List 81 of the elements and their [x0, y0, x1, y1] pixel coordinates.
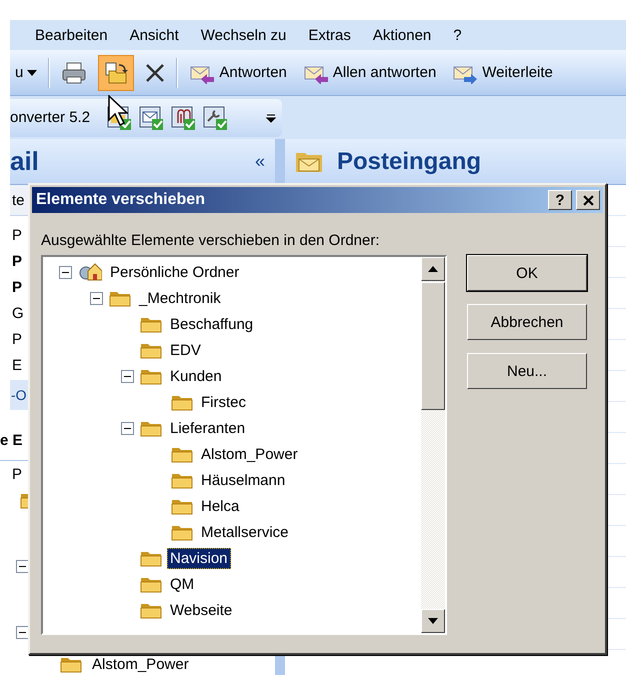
folder-item[interactable]: Persönliche Ordner	[107, 262, 242, 282]
reply-all-button[interactable]: Allen antworten	[298, 54, 442, 90]
scroll-up-icon[interactable]	[428, 266, 438, 272]
dialog-button[interactable]: Abbrechen	[467, 304, 587, 340]
folder-icon	[171, 524, 193, 540]
folder-item[interactable]: Beschaffung	[167, 314, 256, 334]
folder-icon	[140, 316, 162, 332]
printer-icon	[61, 60, 88, 84]
caret-icon	[27, 70, 38, 76]
group-header: e E	[0, 432, 23, 448]
folder-title: Posteingang	[337, 148, 482, 176]
folder-item[interactable]: Alstom_Power	[198, 444, 301, 464]
reply-button[interactable]: Antworten	[184, 54, 292, 90]
folder-icon	[171, 446, 193, 462]
forward-button[interactable]: Weiterleite	[447, 54, 558, 90]
folder-icon	[140, 342, 162, 358]
dialog-button[interactable]: Neu...	[467, 353, 587, 389]
mail-item[interactable]: G	[12, 304, 24, 322]
section-bar-label: -O	[11, 387, 27, 403]
mail-item[interactable]: P	[12, 252, 22, 270]
folder-icon	[140, 550, 162, 566]
folder-item[interactable]: Firstec	[198, 392, 249, 412]
prompt-text: Ausgewählte Elemente verschieben in den Ordner:	[41, 232, 381, 249]
close-button[interactable]	[576, 190, 600, 210]
folder-icon	[140, 602, 162, 618]
folder-item[interactable]: Helca	[198, 496, 242, 516]
dialog-button[interactable]: OK	[467, 255, 587, 291]
menu-item[interactable]: Aktionen	[372, 26, 432, 44]
scrollbar[interactable]	[421, 257, 445, 633]
collapse-toggle[interactable]	[120, 422, 134, 434]
close-icon	[582, 194, 594, 206]
collapse-toggle[interactable]	[120, 370, 134, 382]
collapse-toggle[interactable]	[58, 266, 72, 278]
mail-item[interactable]: E	[12, 356, 22, 374]
collapse-pane-button[interactable]: «	[254, 151, 265, 172]
folder-icon	[171, 394, 193, 410]
folder-item[interactable]: Webseite	[167, 600, 236, 620]
column-header: te	[12, 192, 25, 208]
scroll-down-icon[interactable]	[428, 618, 438, 624]
folder-icon	[171, 472, 193, 488]
folder-item[interactable]: Lieferanten	[167, 418, 248, 438]
folder-item[interactable]: Häuselmann	[198, 470, 288, 490]
menu-item[interactable]: Extras	[308, 26, 351, 44]
mail-check-icon	[138, 104, 164, 130]
folder-item[interactable]: QM	[167, 574, 198, 594]
wrench-check-icon	[202, 104, 228, 130]
folder-item[interactable]: _Mechtronik	[136, 288, 224, 308]
move-button[interactable]	[98, 54, 134, 90]
folder-icon	[140, 368, 162, 384]
folder-item[interactable]: EDV	[167, 340, 204, 360]
collapse-toggle[interactable]	[90, 292, 102, 304]
folder-icon	[109, 290, 131, 306]
menu-item[interactable]: ?	[453, 26, 462, 44]
folder-item[interactable]: Metallservice	[198, 522, 292, 542]
folder-icon	[140, 576, 162, 592]
toolbar-label: onverter 5.2	[10, 109, 90, 126]
mail-item[interactable]: P	[12, 330, 22, 348]
mail-item[interactable]: P	[12, 278, 22, 296]
mouse-pointer-icon	[108, 95, 128, 127]
folder-icon	[60, 656, 82, 672]
mail-item[interactable]: P	[12, 226, 22, 244]
move-to-folder-icon	[103, 60, 130, 84]
folder-item[interactable]: Navision	[167, 548, 231, 568]
help-button[interactable]: ?	[548, 190, 572, 210]
folder-icon	[171, 498, 193, 514]
collapse-toggle[interactable]	[16, 626, 29, 638]
menu-item[interactable]: Bearbeiten	[35, 26, 108, 44]
folder-item[interactable]: Kunden	[167, 366, 225, 386]
house-icon	[78, 261, 102, 283]
mail-item[interactable]: P	[12, 466, 22, 482]
folder-icon	[140, 420, 162, 436]
dialog-title: Elemente verschieben	[36, 191, 206, 209]
toolbar-overflow-icon[interactable]	[266, 112, 276, 122]
new-dropdown-button[interactable]: u	[10, 54, 42, 90]
pane-title: ail	[10, 146, 39, 177]
collapse-toggle[interactable]	[16, 560, 29, 572]
folder-item[interactable]: Alstom_Power	[92, 656, 189, 672]
paperclip-check-icon	[170, 104, 196, 130]
delete-icon	[145, 62, 166, 82]
menu-item[interactable]: Ansicht	[130, 26, 179, 44]
menu-item[interactable]: Wechseln zu	[200, 26, 286, 44]
